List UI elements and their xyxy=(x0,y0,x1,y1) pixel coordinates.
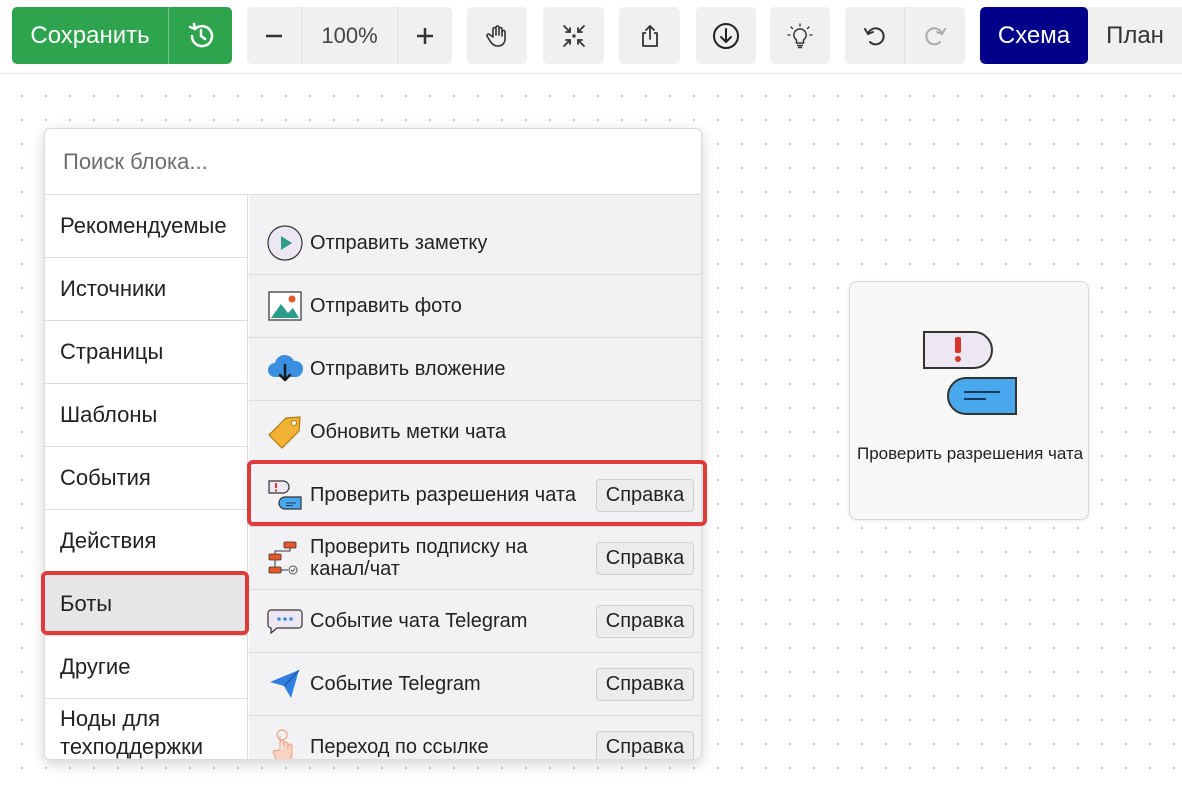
view-schema-tab[interactable]: Схема xyxy=(980,7,1088,64)
view-switch: Схема План xyxy=(980,7,1182,64)
block-item[interactable]: Отправить фото xyxy=(249,275,701,338)
block-item[interactable]: Проверить разрешения чата Справка xyxy=(249,464,701,527)
category-actions[interactable]: Действия xyxy=(45,510,248,573)
play-icon xyxy=(265,223,305,263)
block-label: Переход по ссылке xyxy=(310,736,489,758)
block-label: Проверить разрешения чата xyxy=(310,484,576,506)
category-templates[interactable]: Шаблоны xyxy=(45,384,248,447)
fit-view-button[interactable] xyxy=(543,7,604,64)
chat-permissions-icon xyxy=(920,326,1020,426)
pan-tool-button[interactable] xyxy=(467,7,527,64)
block-item[interactable]: Отправить вложение xyxy=(249,338,701,401)
block-item[interactable]: Переход по ссылке Справка xyxy=(249,716,701,759)
flow-check-icon xyxy=(265,538,305,578)
block-label: Событие чата Telegram xyxy=(310,610,528,632)
category-other[interactable]: Другие xyxy=(45,636,248,699)
category-pages[interactable]: Страницы xyxy=(45,321,248,384)
help-button[interactable]: Справка xyxy=(596,541,694,575)
telegram-icon xyxy=(265,664,305,704)
flow-node[interactable]: Проверить разрешения чата xyxy=(849,281,1089,520)
block-search xyxy=(45,129,701,195)
zoom-control: 100% xyxy=(247,7,452,64)
category-sources[interactable]: Источники xyxy=(45,258,248,321)
save-group: Сохранить xyxy=(12,7,232,64)
zoom-level[interactable]: 100% xyxy=(302,7,398,64)
minus-icon xyxy=(266,34,282,37)
block-label: Событие Telegram xyxy=(310,673,481,695)
view-plan-tab[interactable]: План xyxy=(1088,7,1182,64)
block-label: Отправить заметку xyxy=(310,232,488,254)
pointer-hand-icon xyxy=(265,727,305,759)
hand-icon xyxy=(486,24,506,47)
block-list: Отправить заметку Отправить фото Отправи… xyxy=(249,195,701,759)
help-button[interactable]: Справка xyxy=(596,604,694,638)
block-picker: Рекомендуемые Источники Страницы Шаблоны… xyxy=(44,128,702,760)
zoom-out-button[interactable] xyxy=(247,7,302,64)
redo-icon xyxy=(925,26,946,45)
hint-button[interactable] xyxy=(770,7,830,64)
block-item[interactable]: Отправить заметку xyxy=(249,212,701,275)
redo-button[interactable] xyxy=(905,7,965,64)
category-events[interactable]: События xyxy=(45,447,248,510)
download-button[interactable] xyxy=(696,7,756,64)
block-label: Проверить подписку на канал/чат xyxy=(310,536,528,580)
block-item[interactable]: Проверить подписку на канал/чат Справка xyxy=(249,527,701,590)
category-list: Рекомендуемые Источники Страницы Шаблоны… xyxy=(45,195,248,759)
block-item[interactable]: Событие Telegram Справка xyxy=(249,653,701,716)
history-controls xyxy=(845,7,965,64)
download-icon xyxy=(713,22,739,49)
chat-permissions-icon xyxy=(265,475,305,515)
block-item[interactable]: Обновить метки чата xyxy=(249,401,701,464)
undo-button[interactable] xyxy=(845,7,905,64)
history-button[interactable] xyxy=(169,7,232,64)
block-label: Обновить метки чата xyxy=(310,421,507,443)
help-button[interactable]: Справка xyxy=(596,667,694,701)
category-recommended[interactable]: Рекомендуемые xyxy=(45,195,248,258)
photo-icon xyxy=(265,286,305,326)
block-search-input[interactable] xyxy=(63,148,663,175)
cloud-download-icon xyxy=(265,349,305,389)
node-label: Проверить разрешения чата xyxy=(856,444,1084,463)
category-support-nodes[interactable]: Ноды для техподдержки xyxy=(45,699,248,759)
fit-icon xyxy=(562,24,585,47)
undo-icon xyxy=(863,26,885,45)
help-button[interactable]: Справка xyxy=(596,730,694,759)
block-item[interactable]: Событие чата Telegram Справка xyxy=(249,590,701,653)
toolbar: Сохранить 100% Схема План xyxy=(0,0,1182,74)
block-label: Отправить вложение xyxy=(310,358,506,380)
share-button[interactable] xyxy=(619,7,680,64)
bulb-icon xyxy=(787,22,813,48)
share-icon xyxy=(641,24,658,47)
category-bots[interactable]: Боты xyxy=(45,573,248,636)
help-button[interactable]: Справка xyxy=(596,478,694,512)
plus-icon xyxy=(417,27,433,44)
chat-bubble-icon xyxy=(265,601,305,641)
history-icon xyxy=(188,22,213,47)
tag-icon xyxy=(265,412,305,452)
save-button[interactable]: Сохранить xyxy=(12,7,169,64)
block-label: Отправить фото xyxy=(310,295,462,317)
zoom-in-button[interactable] xyxy=(398,7,452,64)
